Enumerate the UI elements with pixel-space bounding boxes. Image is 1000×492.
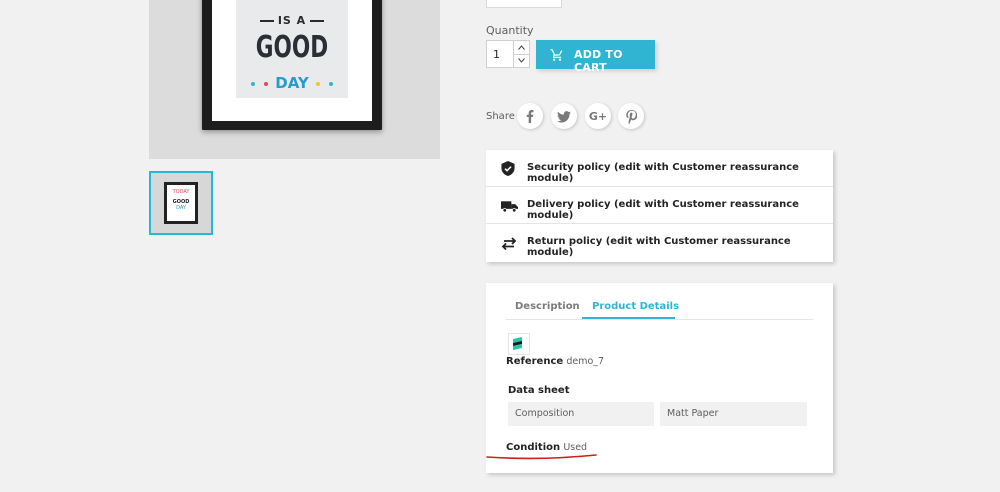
tab-product-details[interactable]: Product Details xyxy=(592,301,679,312)
facebook-icon[interactable] xyxy=(517,103,543,129)
quantity-input[interactable]: 1 xyxy=(493,48,500,61)
product-cover-image[interactable]: IS A GOOD DAY xyxy=(149,0,440,159)
twitter-icon[interactable] xyxy=(551,103,577,129)
manufacturer-logo[interactable] xyxy=(508,333,530,355)
product-tabs-card: Description Product Details Reference de… xyxy=(486,283,833,473)
active-tab-indicator xyxy=(582,317,675,319)
reassurance-item-delivery: Delivery policy (edit with Customer reas… xyxy=(486,187,833,224)
quantity-stepper[interactable]: 1 xyxy=(486,40,530,68)
poster-text-good: GOOD xyxy=(255,30,329,65)
add-to-cart-label: ADD TO CART xyxy=(574,48,623,74)
chevron-up-icon[interactable] xyxy=(513,41,529,55)
quantity-label: Quantity xyxy=(486,24,534,37)
product-condition: Condition Used xyxy=(506,442,587,453)
tab-description[interactable]: Description xyxy=(515,301,580,312)
poster-text-day: DAY xyxy=(275,74,309,92)
truck-icon xyxy=(501,198,518,217)
poster-frame: IS A GOOD DAY xyxy=(202,0,382,130)
google-plus-icon[interactable]: G+ xyxy=(585,103,611,129)
add-to-cart-button[interactable]: ADD TO CART xyxy=(536,40,655,74)
reference-label: Reference xyxy=(506,356,564,367)
datasheet-feature-name: Composition xyxy=(508,402,654,426)
condition-label: Condition xyxy=(506,442,561,453)
variant-select-box[interactable] xyxy=(486,0,562,8)
shield-check-icon xyxy=(501,161,515,180)
condition-value: Used xyxy=(563,442,588,453)
poster-text-is-a: IS A xyxy=(236,14,348,27)
swap-arrows-icon xyxy=(501,235,517,254)
product-reference: Reference demo_7 xyxy=(506,356,604,367)
shopping-cart-icon xyxy=(550,47,564,66)
chevron-down-icon[interactable] xyxy=(513,54,529,67)
reassurance-item-security: Security policy (edit with Customer reas… xyxy=(486,150,833,187)
datasheet-feature-value: Matt Paper xyxy=(660,402,807,426)
red-annotation-underline xyxy=(486,454,597,460)
tabs-divider xyxy=(506,319,813,320)
reference-value: demo_7 xyxy=(566,356,605,367)
datasheet-title: Data sheet xyxy=(508,385,570,396)
pinterest-icon[interactable] xyxy=(618,103,644,129)
reassurance-block: Security policy (edit with Customer reas… xyxy=(486,150,833,262)
product-thumbnail[interactable]: TODAY GOOD DAY xyxy=(149,171,213,235)
reassurance-item-return: Return policy (edit with Customer reassu… xyxy=(486,224,833,261)
share-label: Share xyxy=(486,111,515,122)
